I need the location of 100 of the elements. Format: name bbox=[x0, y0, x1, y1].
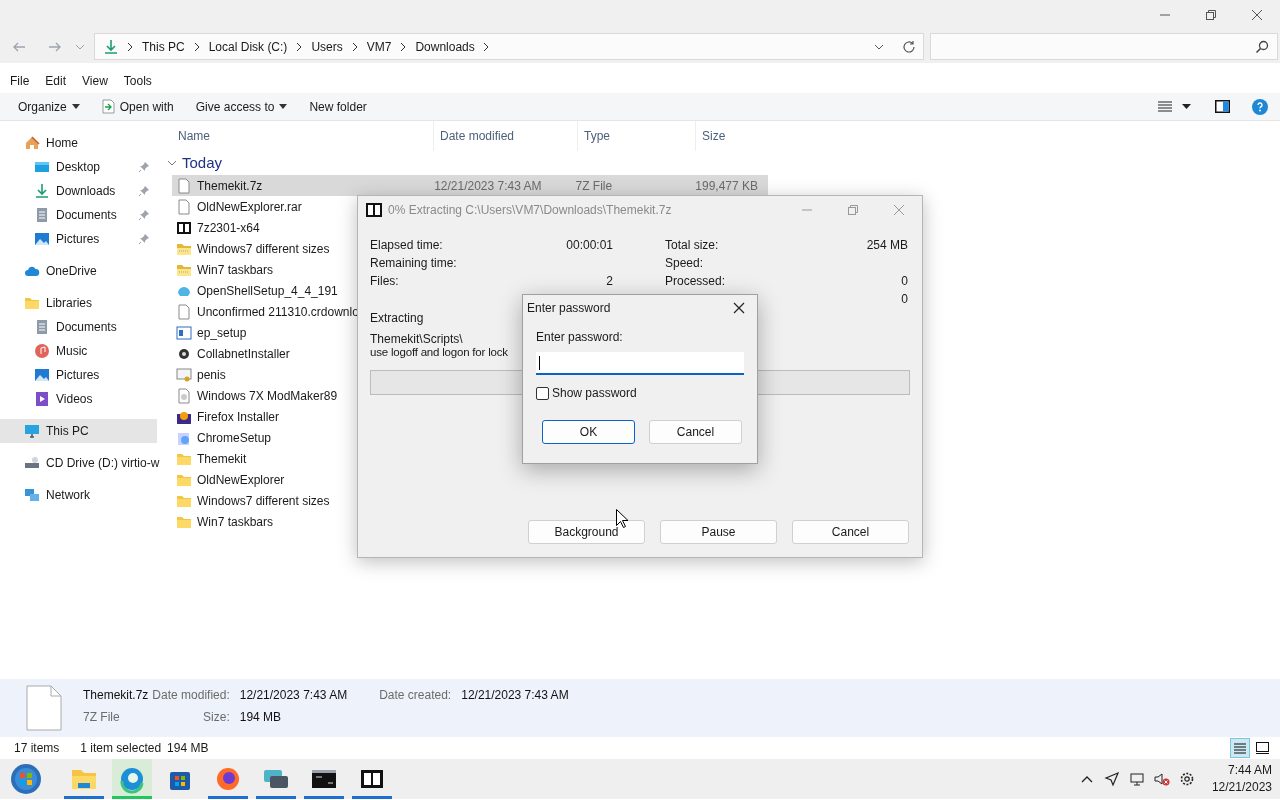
location-arrow-icon bbox=[1104, 771, 1121, 787]
picture-icon bbox=[34, 231, 50, 247]
sidebar-item[interactable]: Network bbox=[0, 483, 157, 507]
breadcrumb[interactable]: Downloads bbox=[414, 37, 476, 56]
file-row[interactable]: OpenShellSetup_4_4_191 bbox=[172, 280, 342, 301]
sidebar-item[interactable]: This PC bbox=[0, 419, 157, 443]
dialog-button[interactable]: Cancel bbox=[649, 420, 742, 444]
toolbar-button[interactable]: Give access to bbox=[187, 94, 296, 119]
password-field[interactable] bbox=[536, 352, 744, 375]
file-row[interactable]: 7z2301-x64 bbox=[172, 217, 264, 238]
dropdown-arrow-icon bbox=[279, 104, 288, 109]
close-icon bbox=[733, 302, 745, 314]
column-header[interactable]: Name bbox=[172, 121, 433, 151]
file-icon bbox=[176, 303, 192, 320]
breadcrumb[interactable]: Users bbox=[310, 37, 344, 56]
restore-icon bbox=[847, 204, 859, 216]
toolbar-button[interactable]: Organize bbox=[10, 94, 88, 119]
file-name: Themekit bbox=[197, 450, 247, 468]
folder-icon bbox=[24, 295, 40, 311]
file-row[interactable]: ep_setup bbox=[172, 322, 251, 343]
stat-label: Processed: bbox=[665, 273, 726, 290]
file-icon bbox=[176, 198, 192, 215]
dialog-title: Enter password bbox=[527, 300, 612, 317]
menu-item[interactable]: Tools bbox=[115, 72, 160, 90]
cursor-icon bbox=[616, 509, 628, 528]
large-icons-icon bbox=[1255, 742, 1269, 754]
sidebar-item[interactable]: CD Drive (D:) virtio-w bbox=[0, 451, 163, 475]
stat-value: 0 bbox=[901, 291, 908, 308]
monitor-icon bbox=[24, 423, 40, 439]
list-view-icon bbox=[1158, 100, 1172, 113]
sidebar-item[interactable]: Music bbox=[0, 339, 157, 363]
stat-value: 2 bbox=[606, 273, 613, 290]
show-password-checkbox[interactable] bbox=[536, 386, 549, 400]
stat-label: Speed: bbox=[665, 255, 704, 272]
file-name: Win7 taskbars bbox=[197, 261, 274, 279]
sidebar-item[interactable]: Libraries bbox=[0, 291, 157, 315]
volume-muted-icon bbox=[1154, 771, 1171, 787]
menu-item[interactable]: File bbox=[2, 72, 38, 90]
menu-item[interactable]: View bbox=[74, 72, 116, 90]
item-count: 17 items bbox=[14, 740, 60, 757]
open-with-icon bbox=[101, 99, 115, 114]
home-icon bbox=[24, 135, 40, 151]
breadcrumb[interactable]: VM7 bbox=[365, 37, 393, 56]
file-row[interactable]: Themekit.7z 12/21/2023 7:43 AM 7Z File 199,477 KB bbox=[172, 175, 768, 196]
dropdown-arrow-icon bbox=[1182, 104, 1191, 109]
sidebar-item[interactable]: Videos bbox=[0, 387, 157, 411]
toolbar-button[interactable]: Open with bbox=[93, 94, 182, 119]
checkbox-label: Show password bbox=[552, 385, 637, 402]
sidebar-item[interactable]: Downloads bbox=[0, 179, 157, 203]
file-name: OpenShellSetup_4_4_191 bbox=[197, 282, 338, 300]
breadcrumb[interactable]: Local Disk (C:) bbox=[207, 37, 289, 56]
settings-icon bbox=[1179, 771, 1196, 787]
file-row[interactable]: Win7 taskbars bbox=[172, 511, 278, 532]
file-row[interactable]: OldNewExplorer.rar bbox=[172, 196, 306, 217]
sidebar-item[interactable]: Home bbox=[0, 131, 157, 155]
file-icon bbox=[176, 177, 192, 194]
sidebar-item[interactable]: Documents bbox=[0, 203, 157, 227]
sidebar-item[interactable]: Documents bbox=[0, 315, 157, 339]
file-row[interactable]: Firefox Installer bbox=[172, 406, 284, 427]
file-name: Themekit.7z bbox=[83, 687, 149, 704]
sidebar-item[interactable]: Pictures bbox=[0, 227, 157, 251]
disc-drive-icon bbox=[24, 455, 40, 471]
file-row[interactable]: Windows7 different sizes bbox=[172, 238, 334, 259]
sidebar-item[interactable]: Desktop bbox=[0, 155, 157, 179]
picture-icon bbox=[34, 367, 50, 383]
list-view-icon bbox=[1234, 742, 1246, 754]
menu-item[interactable]: Edit bbox=[37, 72, 75, 90]
file-row[interactable]: CollabnetInstaller bbox=[172, 343, 294, 364]
file-row[interactable]: Unconfirmed 211310.crdownlo bbox=[172, 301, 363, 322]
breadcrumb[interactable]: This PC bbox=[141, 37, 186, 56]
file-name: 7z2301-x64 bbox=[197, 219, 260, 237]
sidebar-item[interactable]: OneDrive bbox=[0, 259, 157, 283]
file-name: OldNewExplorer bbox=[197, 471, 285, 489]
certificate-icon bbox=[176, 366, 192, 383]
file-name: Themekit.7z bbox=[197, 177, 263, 195]
file-name: ep_setup bbox=[197, 324, 247, 342]
file-row[interactable]: ChromeSetup bbox=[172, 427, 276, 448]
column-header[interactable]: Date modified bbox=[433, 121, 577, 151]
toolbar-button[interactable]: New folder bbox=[301, 94, 375, 119]
field-value: 194 MB bbox=[239, 709, 283, 726]
dialog-button[interactable]: Background bbox=[528, 520, 645, 544]
column-header[interactable]: Type bbox=[577, 121, 695, 151]
search-field[interactable] bbox=[930, 33, 1278, 60]
file-row[interactable]: penis bbox=[172, 364, 230, 385]
dialog-button[interactable]: Cancel bbox=[792, 520, 909, 544]
column-header[interactable]: Size bbox=[695, 121, 775, 151]
file-row[interactable]: Windows7 different sizes bbox=[172, 490, 334, 511]
file-row[interactable]: Windows 7X ModMaker89 bbox=[172, 385, 342, 406]
close-icon bbox=[1251, 9, 1263, 21]
file-row[interactable]: OldNewExplorer bbox=[172, 469, 289, 490]
dialog-button[interactable]: Pause bbox=[660, 520, 777, 544]
file-row[interactable]: Themekit bbox=[172, 448, 251, 469]
file-icon bbox=[26, 685, 62, 731]
file-row[interactable]: Win7 taskbars bbox=[172, 259, 278, 280]
sidebar-item[interactable]: Pictures bbox=[0, 363, 157, 387]
address-bar[interactable]: This PC Local Disk (C:) Users VM7 Downloads bbox=[94, 33, 924, 60]
dialog-button[interactable]: OK bbox=[542, 420, 635, 444]
help-icon bbox=[1252, 98, 1268, 115]
group-header[interactable]: Today bbox=[160, 151, 223, 175]
clock[interactable]: 7:44 AM 12/21/2023 bbox=[1203, 762, 1280, 796]
